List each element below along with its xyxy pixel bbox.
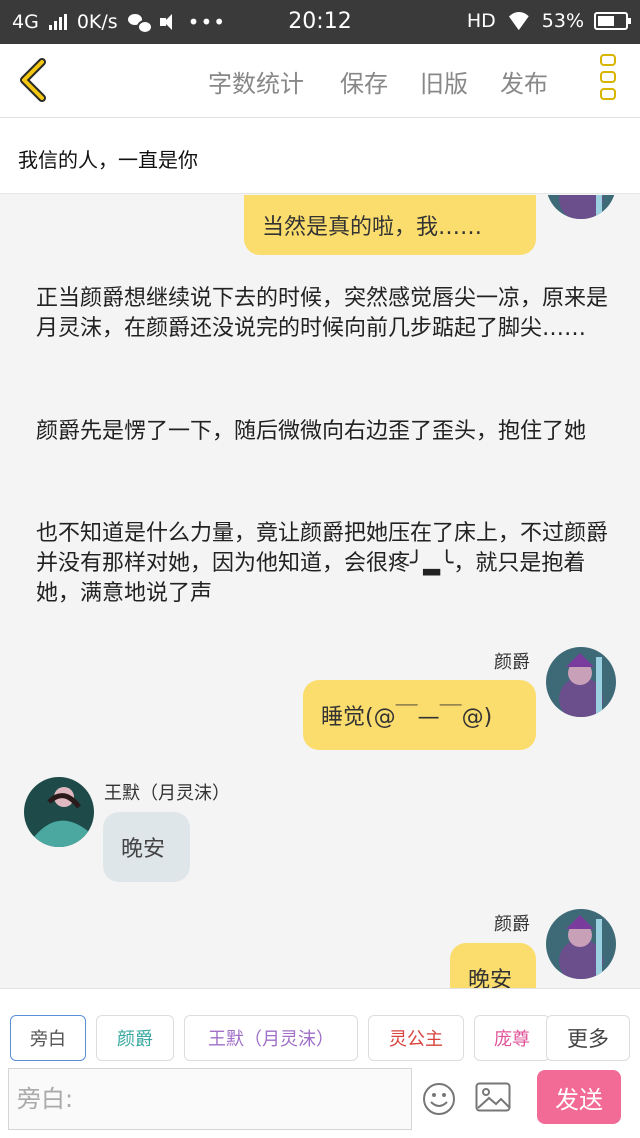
image-icon	[475, 1082, 511, 1112]
avatar-yanjue[interactable]	[546, 909, 616, 979]
smiley-icon	[423, 1083, 455, 1115]
avatar-yanjue[interactable]	[546, 195, 616, 219]
sender-name: 王默（月灵沫）	[104, 783, 230, 804]
battery-icon	[594, 12, 631, 30]
input-bar: 发送	[0, 1066, 640, 1138]
emoji-button[interactable]	[422, 1082, 456, 1116]
back-button[interactable]	[14, 56, 54, 104]
chapter-title[interactable]: 我信的人，一直是你	[0, 118, 640, 194]
chat-area[interactable]: 当然是真的啦，我…… 正当颜爵想继续说下去的时候，突然感觉唇尖一凉，原来是月灵沫…	[0, 195, 640, 988]
sender-name: 颜爵	[494, 914, 530, 935]
message-bubble[interactable]: 睡觉(@￣—￣@)	[303, 680, 536, 750]
narration-text[interactable]: 正当颜爵想继续说下去的时候，突然感觉唇尖一凉，原来是月灵沫，在颜爵还没说完的时候…	[36, 284, 608, 344]
status-bar: 4G 0K/s ••• 20:12 HD 53%	[0, 0, 640, 44]
top-toolbar: 字数统计 保存 旧版 发布	[0, 44, 640, 118]
message-bubble[interactable]: 晚安	[103, 812, 190, 882]
wifi-icon	[506, 12, 532, 30]
message-bubble[interactable]: 当然是真的啦，我……	[244, 195, 536, 255]
send-button[interactable]: 发送	[537, 1070, 621, 1124]
avatar-yanjue[interactable]	[546, 647, 616, 717]
role-narrator-button[interactable]: 旁白	[10, 1015, 86, 1061]
publish-button[interactable]: 发布	[500, 64, 548, 99]
avatar-image	[546, 195, 616, 219]
menu-dot-icon	[600, 71, 616, 83]
sender-name: 颜爵	[494, 652, 530, 673]
narration-text[interactable]: 颜爵先是愣了一下，随后微微向右边歪了歪头，抱住了她	[36, 417, 608, 447]
message-input[interactable]	[8, 1068, 412, 1130]
role-yanjue-button[interactable]: 颜爵	[96, 1015, 174, 1061]
old-version-button[interactable]: 旧版	[420, 64, 468, 99]
save-button[interactable]: 保存	[340, 64, 388, 99]
avatar-wangmo[interactable]	[24, 777, 94, 847]
avatar-image	[546, 647, 616, 717]
more-roles-button[interactable]: 更多	[546, 1015, 630, 1061]
message-bubble[interactable]: 晚安	[450, 943, 536, 988]
chevron-left-icon	[20, 58, 46, 102]
menu-dot-icon	[600, 54, 616, 66]
hd-label: HD	[466, 10, 496, 32]
status-right: HD 53%	[466, 10, 631, 32]
avatar-image	[546, 909, 616, 979]
avatar-image	[24, 777, 94, 847]
image-button[interactable]	[475, 1082, 511, 1112]
role-linggongzhu-button[interactable]: 灵公主	[368, 1015, 464, 1061]
battery-percent: 53%	[541, 10, 584, 32]
more-menu-button[interactable]	[598, 54, 618, 106]
role-selector-bar: 旁白 颜爵 王默（月灵沫） 灵公主 庞尊 更多	[0, 988, 640, 1066]
menu-dot-icon	[600, 88, 616, 100]
role-pangzun-button[interactable]: 庞尊	[474, 1015, 550, 1061]
word-count-button[interactable]: 字数统计	[208, 64, 304, 99]
role-wangmo-button[interactable]: 王默（月灵沫）	[184, 1015, 358, 1061]
narration-text[interactable]: 也不知道是什么力量，竟让颜爵把她压在了床上，不过颜爵并没有那样对她，因为他知道，…	[36, 519, 608, 609]
